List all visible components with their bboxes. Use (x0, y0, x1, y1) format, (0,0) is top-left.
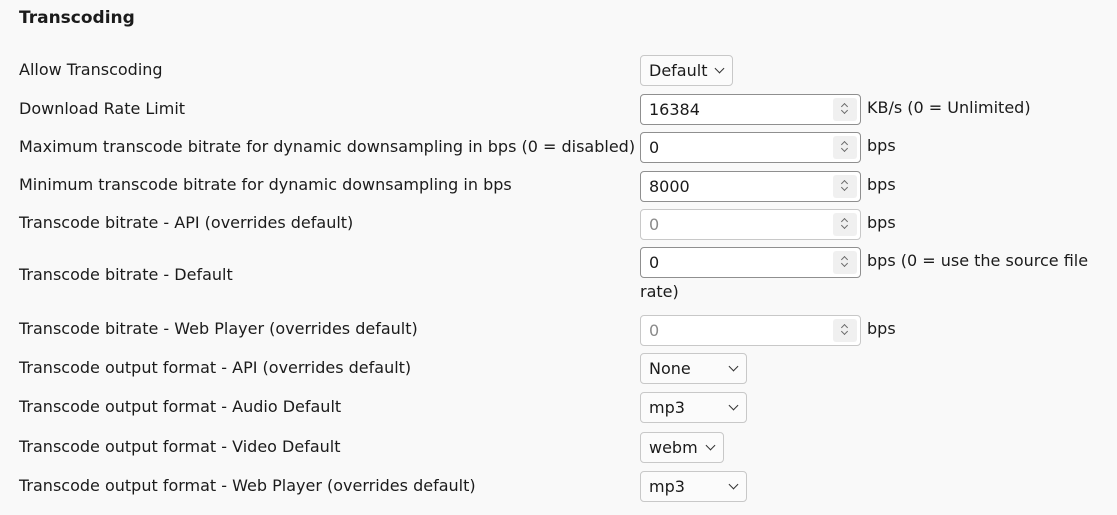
setting-label: Allow Transcoding (19, 60, 163, 79)
setting-label: Transcode output format - Video Default (19, 437, 341, 456)
unit-suffix: KB/s (0 = Unlimited) (867, 98, 1031, 117)
setting-row-transcode-bitrate-api: Transcode bitrate - API (overrides defau… (0, 209, 1117, 240)
setting-row-allow-transcoding: Allow Transcoding Default (0, 55, 1117, 86)
select-value: None (649, 359, 691, 378)
unit-suffix: bps (867, 213, 896, 232)
chevron-down-icon (728, 479, 739, 490)
transcode-bitrate-web-player-input[interactable]: 0 (640, 315, 861, 346)
allow-transcoding-select[interactable]: Default (640, 55, 733, 86)
max-transcode-bitrate-input[interactable]: 0 (640, 132, 861, 163)
select-value: mp3 (649, 477, 685, 496)
setting-label: Transcode bitrate - API (overrides defau… (19, 213, 354, 232)
stepper-icon[interactable] (833, 98, 857, 121)
input-value: 0 (649, 138, 660, 157)
input-value: 8000 (649, 177, 690, 196)
select-value: Default (649, 61, 708, 80)
output-format-audio-select[interactable]: mp3 (640, 392, 747, 423)
unit-suffix: bps (867, 175, 896, 194)
download-rate-limit-input[interactable]: 16384 (640, 94, 861, 125)
setting-label: Maximum transcode bitrate for dynamic do… (19, 137, 636, 156)
setting-row-min-transcode-bitrate: Minimum transcode bitrate for dynamic do… (0, 171, 1117, 202)
output-format-video-select[interactable]: webm (640, 432, 724, 463)
setting-label: Minimum transcode bitrate for dynamic do… (19, 175, 512, 194)
input-placeholder: 0 (649, 215, 660, 234)
setting-row-max-transcode-bitrate: Maximum transcode bitrate for dynamic do… (0, 132, 1117, 163)
setting-row-transcode-bitrate-web-player: Transcode bitrate - Web Player (override… (0, 315, 1117, 346)
select-value: webm (649, 438, 698, 457)
stepper-icon[interactable] (833, 175, 857, 198)
chevron-down-icon (714, 63, 725, 74)
unit-suffix: bps (0 = use the source file rate) (640, 251, 1089, 301)
min-transcode-bitrate-input[interactable]: 8000 (640, 171, 861, 202)
section-title: Transcoding (19, 8, 135, 28)
setting-row-download-rate-limit: Download Rate Limit 16384 KB/s (0 = Unli… (0, 94, 1117, 125)
setting-row-output-format-video: Transcode output format - Video Default … (0, 432, 1117, 463)
select-value: mp3 (649, 398, 685, 417)
setting-label: Transcode output format - API (overrides… (19, 358, 412, 377)
input-placeholder: 0 (649, 321, 660, 340)
setting-row-output-format-audio: Transcode output format - Audio Default … (0, 392, 1117, 423)
chevron-down-icon (728, 361, 739, 372)
setting-row-transcode-bitrate-default: Transcode bitrate - Default 0 bps (0 = u… (0, 247, 1117, 309)
setting-label: Transcode output format - Audio Default (19, 397, 342, 416)
chevron-down-icon (728, 400, 739, 411)
setting-row-output-format-api: Transcode output format - API (overrides… (0, 353, 1117, 384)
transcode-bitrate-api-input[interactable]: 0 (640, 209, 861, 240)
input-value: 16384 (649, 100, 700, 119)
output-format-web-player-select[interactable]: mp3 (640, 471, 747, 502)
setting-row-output-format-web-player: Transcode output format - Web Player (ov… (0, 471, 1117, 502)
unit-suffix: bps (867, 136, 896, 155)
setting-label: Transcode output format - Web Player (ov… (19, 476, 476, 495)
unit-suffix: bps (867, 319, 896, 338)
output-format-api-select[interactable]: None (640, 353, 747, 384)
chevron-down-icon (705, 440, 716, 451)
setting-label: Download Rate Limit (19, 99, 186, 118)
stepper-icon[interactable] (833, 136, 857, 159)
stepper-icon[interactable] (833, 319, 857, 342)
setting-label: Transcode bitrate - Web Player (override… (19, 319, 418, 338)
setting-label: Transcode bitrate - Default (19, 265, 233, 284)
stepper-icon[interactable] (833, 213, 857, 236)
